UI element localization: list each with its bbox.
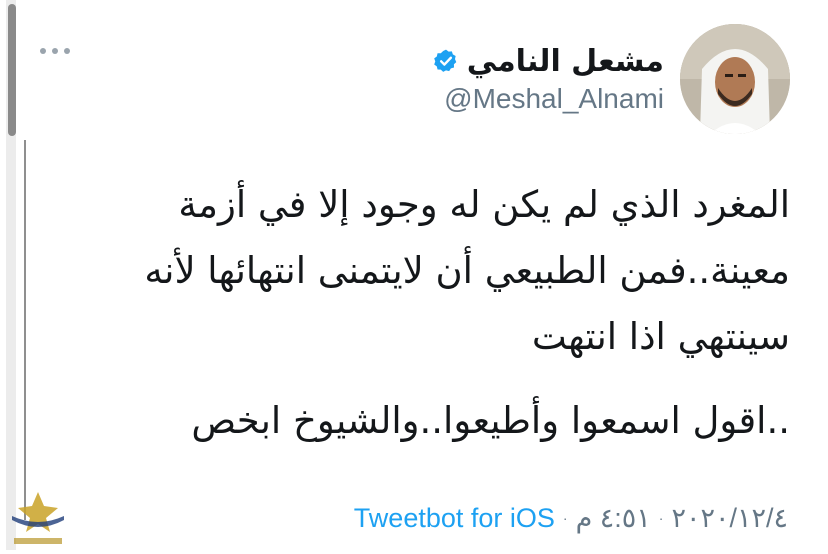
scrollbar-thumb[interactable] [8, 4, 16, 136]
tweet-text-line: المغرد الذي لم يكن له وجود إلا في أزمة [178, 183, 790, 226]
tweet-time[interactable]: ٤:٥١ م [576, 503, 651, 534]
meta-separator: · [658, 510, 664, 526]
meta-separator: · [562, 510, 568, 526]
tweet-meta: Tweetbot for iOS · ٤:٥١ م · ٢٠٢٠/١٢/٤ [354, 498, 788, 538]
more-options-icon[interactable] [40, 44, 74, 58]
tweet-text: المغرد الذي لم يكن له وجود إلا في أزمة م… [110, 172, 790, 454]
tweet-text-line: ..اقول اسمعوا وأطيعوا..والشيوخ ابخص [191, 399, 790, 442]
tweet-text-line: معينة..فمن الطبيعي أن لايتمنى انتهائها ل… [144, 249, 790, 292]
tweet-date[interactable]: ٢٠٢٠/١٢/٤ [671, 503, 788, 534]
tweet-text-line: سينتهي اذا انتهت [531, 315, 790, 358]
user-handle[interactable]: @Meshal_Alnami [433, 83, 664, 115]
source-link[interactable]: Tweetbot for iOS [354, 503, 555, 534]
vertical-divider [24, 140, 26, 520]
display-name[interactable]: مشعل النامي [467, 44, 664, 79]
verified-badge-icon [433, 49, 457, 72]
tweet-header: مشعل النامي @Meshal_Alnami [433, 24, 790, 134]
watermark-logo [8, 488, 68, 550]
name-block: مشعل النامي @Meshal_Alnami [433, 44, 664, 115]
avatar[interactable] [680, 24, 790, 134]
